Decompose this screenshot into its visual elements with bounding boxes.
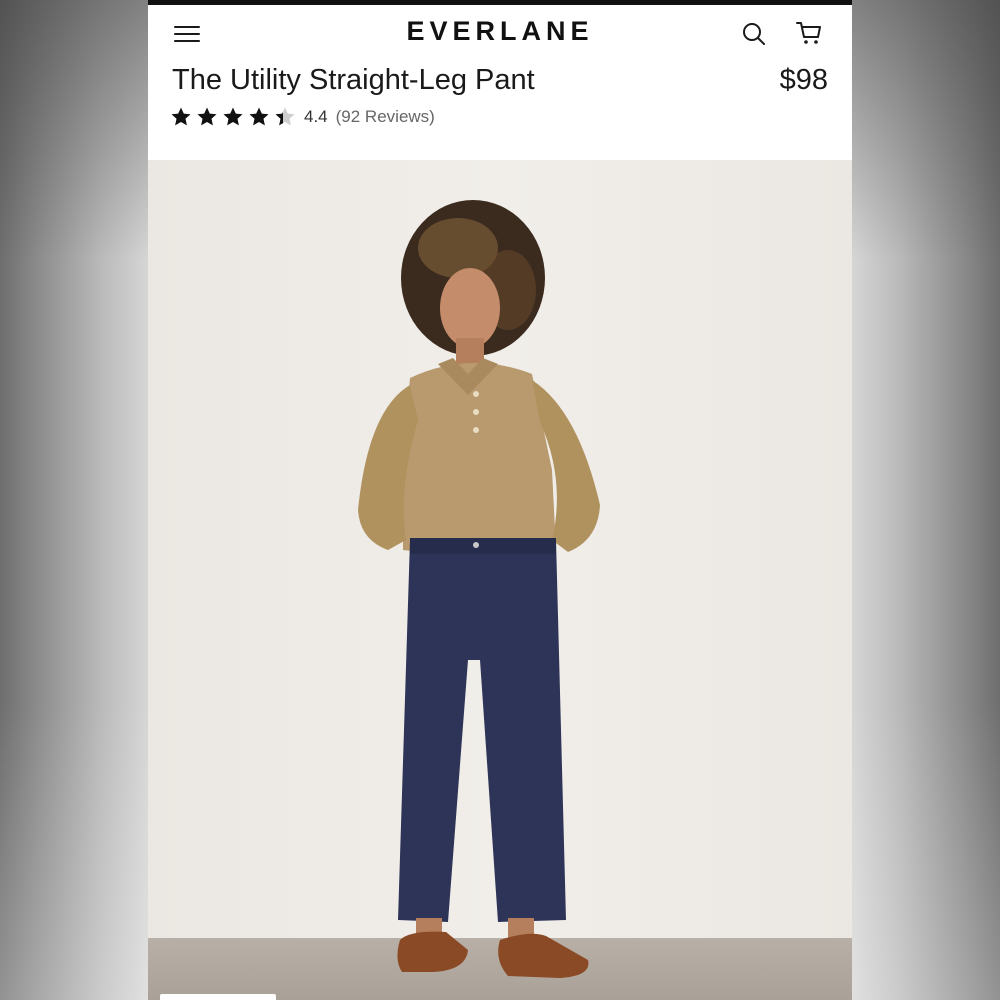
bottom-tab-indicator	[160, 994, 276, 1000]
star-full-icon	[222, 106, 244, 128]
search-icon[interactable]	[741, 21, 767, 47]
star-partial-icon	[274, 106, 296, 128]
product-title: The Utility Straight-Leg Pant	[172, 64, 535, 96]
star-rating	[170, 106, 300, 128]
reviews-link[interactable]: (92 Reviews)	[336, 107, 435, 127]
model-illustration	[358, 200, 600, 978]
mobile-page: EVERLANE The Utility Straight-Leg Pant $…	[148, 0, 852, 1000]
product-price: $98	[779, 64, 828, 96]
rating-summary[interactable]: 4.4 (92 Reviews)	[170, 105, 435, 129]
star-full-icon	[196, 106, 218, 128]
rating-value: 4.4	[304, 107, 328, 126]
star-full-icon	[170, 106, 192, 128]
star-full-icon	[248, 106, 270, 128]
shopping-cart-icon[interactable]	[795, 19, 823, 47]
product-photo[interactable]	[148, 160, 852, 1000]
top-border	[148, 0, 852, 5]
